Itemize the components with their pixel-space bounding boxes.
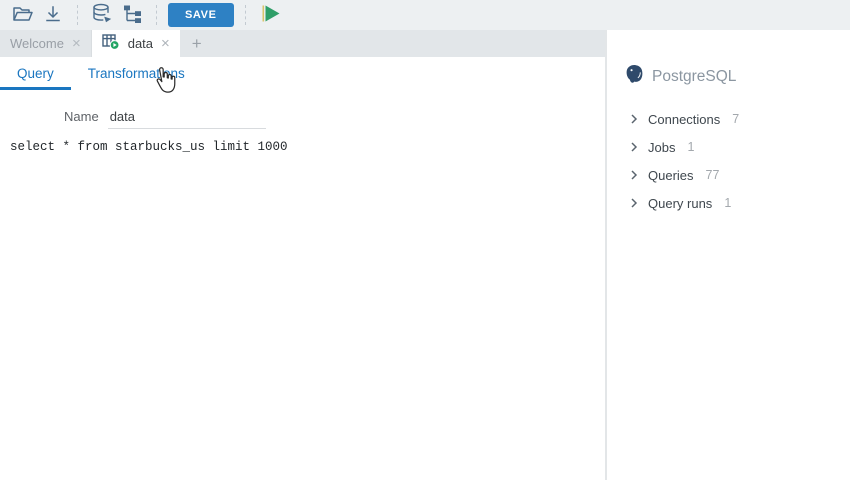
- tree-item-label: Connections: [648, 112, 720, 127]
- tree-item-label: Queries: [648, 168, 694, 183]
- sidebar-title: PostgreSQL: [652, 68, 736, 86]
- tree-item-count: 77: [706, 168, 720, 182]
- chevron-right-icon: [629, 114, 639, 124]
- tree-item-label: Query runs: [648, 196, 712, 211]
- database-export-icon: [91, 3, 114, 27]
- chevron-right-icon: [629, 198, 639, 208]
- download-button[interactable]: [38, 2, 68, 28]
- database-export-button[interactable]: [87, 2, 117, 28]
- tab-label: Welcome: [10, 36, 64, 51]
- chevron-right-icon: [629, 170, 639, 180]
- open-folder-button[interactable]: [8, 2, 38, 28]
- tab-data[interactable]: data ×: [92, 30, 180, 57]
- tab-transformations[interactable]: Transformations: [71, 57, 202, 90]
- download-icon: [44, 5, 62, 26]
- toolbar-separator: [77, 5, 78, 25]
- postgresql-logo-icon: [625, 64, 644, 89]
- toolbar: SAVE: [0, 0, 850, 30]
- tree-item-count: 1: [724, 196, 731, 210]
- chevron-right-icon: [629, 142, 639, 152]
- editor-tab-bar: Query Transformations: [0, 57, 605, 90]
- sql-editor[interactable]: select * from starbucks_us limit 1000: [0, 140, 605, 154]
- open-folder-icon: [12, 5, 34, 26]
- toolbar-separator: [245, 5, 246, 25]
- tree-item-count: 7: [732, 112, 739, 126]
- main-area: Welcome × data × + Query: [0, 30, 850, 480]
- tab-label: data: [128, 36, 153, 51]
- tree-item-label: Jobs: [648, 140, 675, 155]
- tree-structure-button[interactable]: [117, 2, 147, 28]
- close-icon[interactable]: ×: [72, 36, 81, 51]
- new-tab-button[interactable]: +: [180, 30, 214, 57]
- table-run-icon: [102, 34, 120, 53]
- save-button[interactable]: SAVE: [168, 3, 234, 27]
- run-icon: [261, 3, 282, 27]
- tab-query[interactable]: Query: [0, 57, 71, 90]
- tree-structure-icon: [122, 4, 142, 27]
- query-editor: Query Transformations Name select * from…: [0, 57, 605, 154]
- tree-item-queries[interactable]: Queries 77: [617, 161, 850, 189]
- sidebar-header: PostgreSQL: [617, 64, 850, 89]
- editor-pane: Welcome × data × + Query: [0, 30, 605, 480]
- tab-welcome[interactable]: Welcome ×: [0, 30, 92, 57]
- name-label: Name: [64, 109, 99, 124]
- toolbar-separator: [156, 5, 157, 25]
- run-query-button[interactable]: [257, 2, 287, 28]
- tree-item-jobs[interactable]: Jobs 1: [617, 133, 850, 161]
- database-sidebar: PostgreSQL Connections 7 Jobs 1 Queries …: [607, 30, 850, 480]
- tree-item-query-runs[interactable]: Query runs 1: [617, 189, 850, 217]
- tree-item-count: 1: [687, 140, 694, 154]
- tree-item-connections[interactable]: Connections 7: [617, 105, 850, 133]
- close-icon[interactable]: ×: [161, 36, 170, 51]
- name-input[interactable]: [108, 107, 266, 129]
- document-tab-bar: Welcome × data × +: [0, 30, 605, 57]
- name-field-row: Name: [0, 107, 605, 129]
